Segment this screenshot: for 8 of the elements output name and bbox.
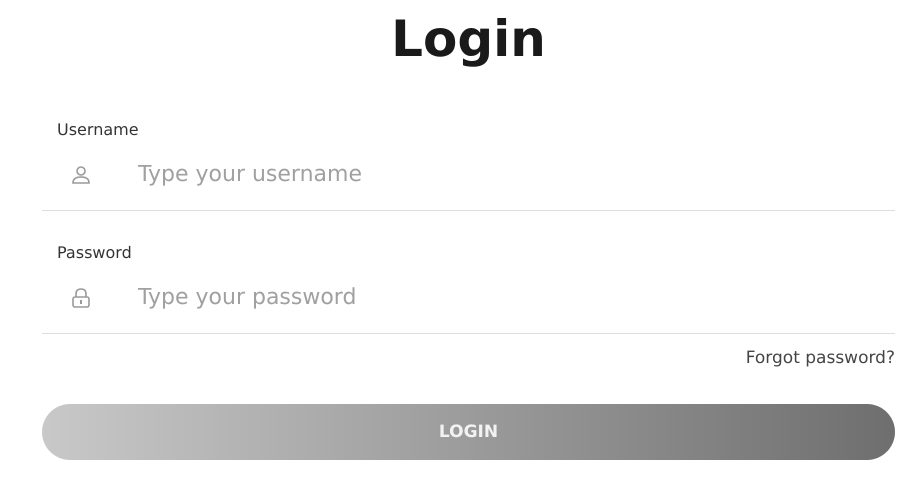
field-label: Password	[57, 243, 132, 262]
forgot-password-link[interactable]: Forgot password?	[746, 348, 895, 368]
input-field[interactable]: Type your username	[136, 161, 895, 188]
lock-icon	[70, 286, 92, 308]
user-icon	[70, 164, 92, 186]
field-label: Username	[57, 120, 139, 139]
login-title: Login	[391, 9, 546, 70]
input-field[interactable]: Type your password	[136, 284, 895, 311]
